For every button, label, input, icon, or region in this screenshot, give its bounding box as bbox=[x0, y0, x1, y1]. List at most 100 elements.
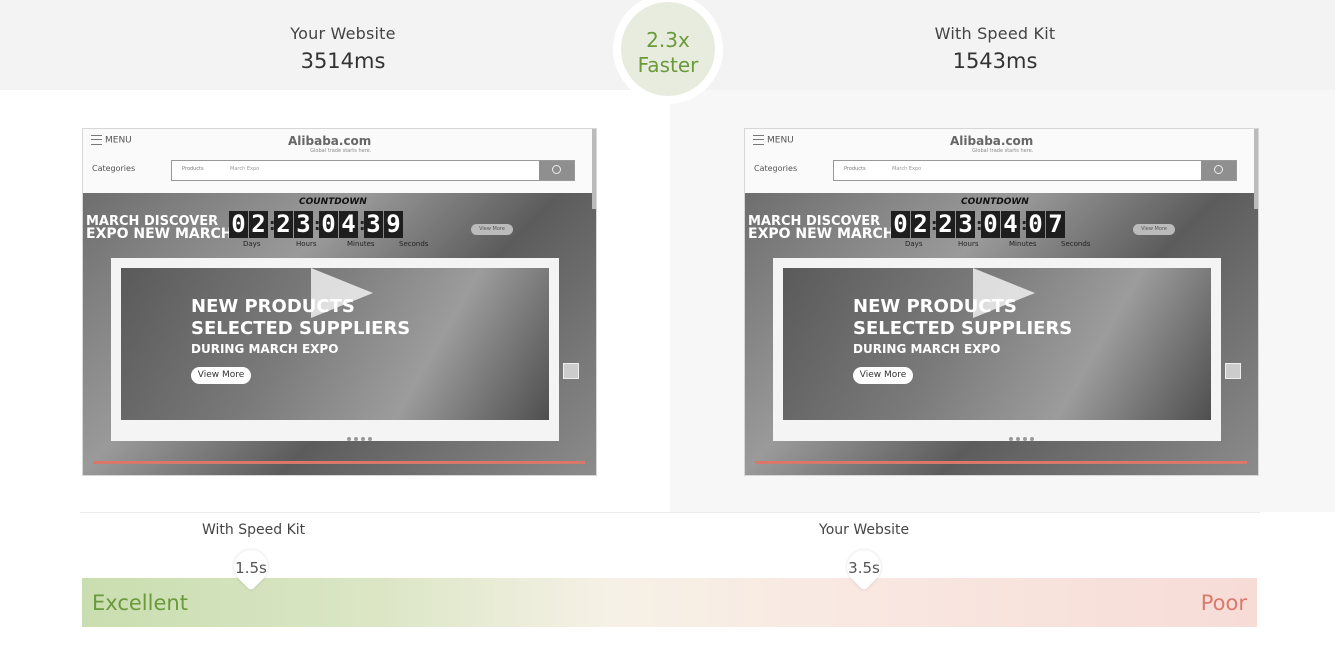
promo-headline-2: SELECTED SUPPLIERS bbox=[191, 318, 411, 339]
site-logo-tagline: Global trade starts here. bbox=[972, 148, 1034, 154]
speed-kit-marker-value: 1.5s bbox=[235, 559, 267, 577]
countdown-digit: 4 bbox=[1001, 211, 1020, 238]
site-expo-line2: EXPO NEW MARCH bbox=[86, 226, 233, 242]
countdown-digit: 0 bbox=[319, 211, 338, 238]
site-menu: MENU bbox=[91, 135, 132, 146]
carousel-dots bbox=[1009, 426, 1037, 445]
site-menu-label: MENU bbox=[105, 135, 132, 146]
countdown-unit: Days bbox=[243, 240, 261, 248]
countdown-digit: 3 bbox=[294, 211, 313, 238]
countdown-digit: 9 bbox=[384, 211, 403, 238]
speed-kit-screenshot: MENU Alibaba.com Global trade starts here… bbox=[744, 128, 1259, 476]
speedup-badge-inner: 2.3x Faster bbox=[621, 2, 715, 96]
site-menu: MENU bbox=[753, 135, 794, 146]
promo-headline: NEW PRODUCTS SELECTED SUPPLIERS DURING M… bbox=[191, 296, 410, 358]
site-logo: Alibaba.com Global trade starts here. bbox=[950, 134, 1033, 154]
your-website-label: Your Website bbox=[290, 24, 396, 43]
countdown-digit: 4 bbox=[339, 211, 358, 238]
promo-headline-3: DURING MARCH EXPO bbox=[191, 342, 339, 356]
site-scrollbar bbox=[1254, 129, 1258, 209]
speedup-factor: 2.3x bbox=[646, 28, 690, 52]
promo-view-more-button: View More bbox=[853, 367, 913, 384]
promo-headline-1: NEW PRODUCTS bbox=[853, 296, 1017, 317]
your-website-screenshot: MENU Alibaba.com Global trade starts here… bbox=[82, 128, 597, 476]
site-search-category: Products bbox=[182, 166, 204, 172]
search-icon bbox=[1214, 165, 1223, 174]
site-topbar: MENU Alibaba.com Global trade starts here… bbox=[745, 129, 1258, 193]
site-expo-banner: MARCH DISCOVER EXPO NEW MARCH bbox=[748, 215, 895, 241]
section-divider bbox=[80, 512, 1260, 513]
site-expo-banner: MARCH DISCOVER EXPO NEW MARCH bbox=[86, 215, 233, 241]
site-expo-line2: EXPO NEW MARCH bbox=[748, 226, 895, 242]
hamburger-icon bbox=[91, 135, 102, 145]
countdown-title: COUNTDOWN bbox=[961, 197, 1029, 207]
site-topbar: MENU Alibaba.com Global trade starts here… bbox=[83, 129, 596, 193]
countdown-digits: 0 2:2 3:0 4:3 9 bbox=[229, 211, 404, 238]
countdown-title: COUNTDOWN bbox=[299, 197, 367, 207]
site-search-bar: Products March Expo bbox=[171, 160, 575, 181]
promo-headline-1: NEW PRODUCTS bbox=[191, 296, 355, 317]
promo-photo: NEW PRODUCTS SELECTED SUPPLIERS DURING M… bbox=[783, 268, 1211, 420]
countdown-unit: Days bbox=[905, 240, 923, 248]
countdown-unit: Hours bbox=[958, 240, 979, 248]
site-view-more-small: View More bbox=[1133, 224, 1175, 235]
site-hero: MARCH DISCOVER EXPO NEW MARCH COUNTDOWN 0… bbox=[83, 193, 596, 475]
site-menu-label: MENU bbox=[767, 135, 794, 146]
site-view-more-small: View More bbox=[471, 224, 513, 235]
site-search-button bbox=[539, 161, 574, 180]
countdown-unit: Seconds bbox=[1061, 240, 1091, 248]
countdown-digit: 2 bbox=[274, 211, 293, 238]
your-website-load-time: 3514ms bbox=[300, 49, 386, 73]
speed-kit-label: With Speed Kit bbox=[934, 24, 1056, 43]
site-search-bar: Products March Expo bbox=[833, 160, 1237, 181]
countdown-unit: Minutes bbox=[1009, 240, 1037, 248]
countdown-unit: Hours bbox=[296, 240, 317, 248]
countdown-digit: 3 bbox=[364, 211, 383, 238]
site-hero: MARCH DISCOVER EXPO NEW MARCH COUNTDOWN 0… bbox=[745, 193, 1258, 475]
speed-kit-load-time: 1543ms bbox=[952, 49, 1038, 73]
countdown-digit: 2 bbox=[936, 211, 955, 238]
speed-kit-column: With Speed Kit 1543ms bbox=[795, 24, 1195, 73]
feedback-icon bbox=[1225, 363, 1241, 379]
load-progress-bar bbox=[755, 461, 1247, 464]
site-search-text: March Expo bbox=[230, 166, 260, 172]
countdown-digit: 0 bbox=[229, 211, 248, 238]
site-promo-card: NEW PRODUCTS SELECTED SUPPLIERS DURING M… bbox=[111, 258, 559, 441]
promo-headline-3: DURING MARCH EXPO bbox=[853, 342, 1001, 356]
your-website-marker: 3.5s bbox=[839, 542, 889, 598]
countdown-digit: 0 bbox=[891, 211, 910, 238]
your-website-column: Your Website 3514ms bbox=[143, 24, 543, 73]
hamburger-icon bbox=[753, 135, 764, 145]
scale-poor-label: Poor bbox=[1200, 591, 1247, 615]
promo-headline-2: SELECTED SUPPLIERS bbox=[853, 318, 1073, 339]
site-promo-card: NEW PRODUCTS SELECTED SUPPLIERS DURING M… bbox=[773, 258, 1221, 441]
promo-photo: NEW PRODUCTS SELECTED SUPPLIERS DURING M… bbox=[121, 268, 549, 420]
countdown-digit: 3 bbox=[956, 211, 975, 238]
your-website-marker-value: 3.5s bbox=[848, 559, 880, 577]
site-search-text: March Expo bbox=[892, 166, 922, 172]
countdown-digit: 2 bbox=[249, 211, 268, 238]
site-categories: Categories bbox=[92, 164, 136, 173]
speed-kit-marker: 1.5s bbox=[226, 542, 276, 598]
timeline-speed-kit-label: With Speed Kit bbox=[202, 522, 306, 538]
countdown-digits: 0 2:2 3:0 4:0 7 bbox=[891, 211, 1066, 238]
site-logo-tagline: Global trade starts here. bbox=[310, 148, 372, 154]
site-scrollbar bbox=[592, 129, 596, 209]
countdown-digit: 0 bbox=[1026, 211, 1045, 238]
timeline-your-website-label: Your Website bbox=[819, 522, 910, 538]
site-categories: Categories bbox=[754, 164, 798, 173]
site-search-category: Products bbox=[844, 166, 866, 172]
feedback-icon bbox=[563, 363, 579, 379]
countdown-unit: Minutes bbox=[347, 240, 375, 248]
countdown-digit: 2 bbox=[911, 211, 930, 238]
site-search-button bbox=[1201, 161, 1236, 180]
site-logo-text: Alibaba.com bbox=[288, 134, 372, 148]
speedup-label: Faster bbox=[637, 53, 699, 77]
countdown-digit: 0 bbox=[981, 211, 1000, 238]
countdown-digit: 7 bbox=[1046, 211, 1065, 238]
countdown-unit: Seconds bbox=[399, 240, 429, 248]
scale-excellent-label: Excellent bbox=[92, 591, 188, 615]
site-logo-text: Alibaba.com bbox=[950, 134, 1034, 148]
promo-view-more-button: View More bbox=[191, 367, 251, 384]
load-progress-bar bbox=[93, 461, 585, 464]
